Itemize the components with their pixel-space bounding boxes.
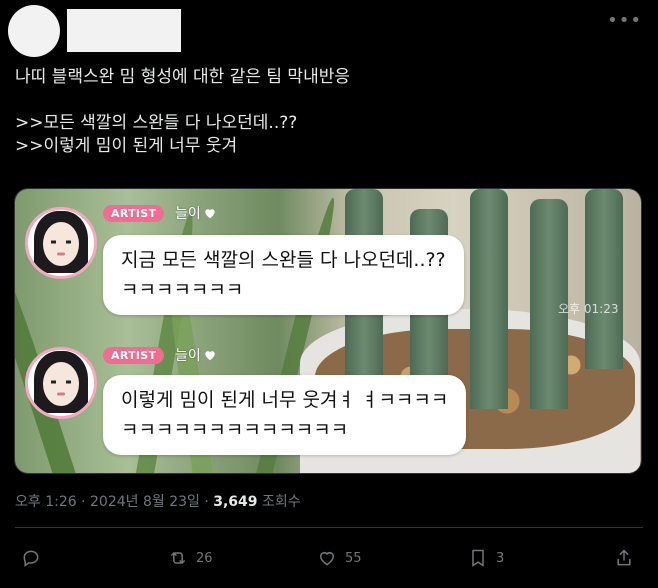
bookmark-icon xyxy=(472,549,484,567)
tweet-datetime[interactable]: 오후 1:26 · 2024년 8월 23일 · xyxy=(15,494,213,510)
views-count: 3,649 xyxy=(213,494,258,510)
artist-badge: ARTIST xyxy=(103,205,165,222)
artist-avatar xyxy=(25,207,97,279)
white-heart-icon xyxy=(205,351,215,361)
author-avatar[interactable] xyxy=(8,5,60,57)
snake-plant-stem xyxy=(585,189,623,369)
bookmark-button[interactable]: 3 xyxy=(468,548,504,568)
heart-icon xyxy=(320,552,334,566)
reply-button[interactable] xyxy=(21,548,49,568)
divider xyxy=(15,527,643,528)
chat-bubble: 지금 모든 색깔의 스완들 다 나오던데..?? ㅋㅋㅋㅋㅋㅋㅋ xyxy=(103,235,464,315)
tweet-actions: 26 55 3 xyxy=(0,540,658,580)
artist-name: 늘이 xyxy=(175,345,217,365)
retweet-icon xyxy=(170,551,186,565)
like-button[interactable]: 55 xyxy=(317,548,362,568)
tweet-text: 나띠 블랙스완 밈 형성에 대한 같은 팀 막내반응 >>모든 색깔의 스완들 … xyxy=(15,67,350,156)
retweet-button[interactable]: 26 xyxy=(168,548,213,568)
white-heart-icon xyxy=(205,209,215,219)
tweet-media-image[interactable]: 오후 01:23 ARTIST 늘이 지금 모든 색깔의 스완들 다 나오던데.… xyxy=(14,188,642,474)
chat-bubble: 이렇게 밈이 된게 너무 웃겨ㅕ ㅕㅋㅋㅋㅋ ㅋㅋㅋㅋㅋㅋㅋㅋㅋㅋㅋㅋㅋ xyxy=(103,375,467,455)
share-button[interactable] xyxy=(614,548,642,568)
reply-icon xyxy=(23,550,39,567)
image-timestamp-watermark: 오후 01:23 xyxy=(558,302,619,316)
artist-avatar xyxy=(25,347,97,419)
share-icon xyxy=(617,549,631,566)
tweet-meta: 오후 1:26 · 2024년 8월 23일 · 3,649 조회수 xyxy=(15,491,301,511)
artist-badge: ARTIST xyxy=(103,347,165,364)
artist-name: 늘이 xyxy=(175,203,217,223)
author-name-redacted[interactable] xyxy=(67,9,181,52)
more-horizontal-icon[interactable]: ••• xyxy=(607,10,642,31)
views-label: 조회수 xyxy=(257,494,301,510)
snake-plant-stem xyxy=(470,189,508,409)
